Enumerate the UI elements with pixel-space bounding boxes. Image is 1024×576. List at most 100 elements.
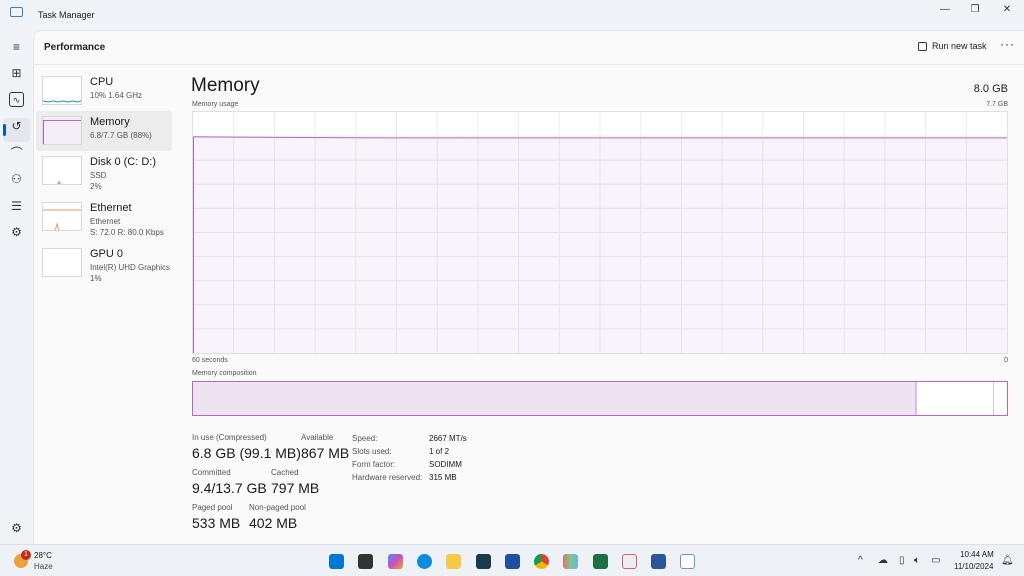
- divider: [34, 64, 1024, 65]
- stat-value: 533 MB: [192, 515, 241, 531]
- main-panel: Performance Run new task ··· CPU 10% 1.6…: [33, 30, 1024, 544]
- file-explorer-icon[interactable]: [446, 554, 461, 569]
- memory-title: Memory: [191, 75, 260, 96]
- stat-value: 867 MB: [301, 445, 350, 461]
- item-name: Disk 0 (C: D:): [90, 156, 156, 168]
- time-right: 0: [1004, 357, 1008, 364]
- gpu-thumbnail: [42, 248, 82, 277]
- usage-max: 7.7 GB: [986, 101, 1008, 108]
- clock-time[interactable]: 10:44 AM: [960, 550, 994, 559]
- stat-label: Cached: [271, 468, 299, 477]
- disk-thumbnail: [42, 156, 82, 185]
- run-task-icon: [918, 41, 927, 51]
- store-icon[interactable]: [505, 554, 520, 569]
- battery-icon[interactable]: ▭: [931, 555, 940, 566]
- detail-value: 315 MB: [429, 473, 457, 482]
- users-icon[interactable]: ⚇: [9, 172, 24, 187]
- network-icon[interactable]: ▯: [899, 555, 905, 566]
- time-left: 60 seconds: [192, 357, 228, 364]
- item-name: CPU: [90, 76, 114, 88]
- stat-label: Available: [301, 433, 334, 442]
- item-sub: 2%: [90, 182, 102, 191]
- restore-button[interactable]: ❐: [965, 4, 985, 15]
- item-sub: Intel(R) UHD Graphics: [90, 263, 171, 272]
- memory-thumbnail: [42, 116, 82, 145]
- chart-app-icon[interactable]: [563, 554, 578, 569]
- rail-indicator: [3, 124, 6, 136]
- terminal-icon[interactable]: [476, 554, 491, 569]
- usage-label: Memory usage: [192, 101, 239, 108]
- notifications-bell-icon[interactable]: 🔔︎: [1001, 555, 1014, 566]
- task-manager-icon: [10, 7, 23, 17]
- item-name: Ethernet: [90, 202, 132, 214]
- startup-icon[interactable]: ⌒: [9, 146, 24, 161]
- settings-icon[interactable]: ⚙: [9, 521, 24, 536]
- menu-icon[interactable]: ≡: [9, 40, 24, 55]
- chrome-icon[interactable]: [534, 554, 549, 569]
- stat-label: In use (Compressed): [192, 433, 267, 442]
- clock-date[interactable]: 11/10/2024: [954, 562, 993, 571]
- services-icon[interactable]: ⚙: [9, 225, 24, 240]
- excel-icon[interactable]: [593, 554, 608, 569]
- weather-temp: 28°C: [34, 551, 52, 560]
- stat-label: Paged pool: [192, 503, 233, 512]
- item-sub: 10% 1.64 GHz: [90, 91, 143, 100]
- detail-key: Hardware reserved:: [352, 473, 423, 482]
- task-view-icon[interactable]: [358, 554, 373, 569]
- item-sub: Ethernet: [90, 217, 121, 226]
- modified-segment: [992, 382, 999, 415]
- notification-badge: 1: [21, 550, 31, 560]
- sidebar-item-ethernet[interactable]: Ethernet Ethernet S: 72.0 R: 80.0 Kbps: [36, 197, 172, 237]
- in-use-segment: [193, 382, 918, 415]
- task-manager-taskbar-icon[interactable]: [680, 554, 695, 569]
- usage-area: [193, 136, 1007, 353]
- minimize-button[interactable]: —: [935, 4, 955, 15]
- performance-icon[interactable]: ∿: [9, 92, 24, 107]
- word-icon[interactable]: [651, 554, 666, 569]
- detail-key: Form factor:: [352, 460, 396, 469]
- stat-label: Committed: [192, 468, 231, 477]
- taskbar: 1 28°C Haze ^ ☁ ▯ 🔈︎ ▭ 10:44 AM 11/10/20…: [0, 544, 1024, 576]
- detail-key: Speed:: [352, 434, 378, 443]
- start-icon[interactable]: [329, 554, 344, 569]
- run-new-task-button[interactable]: Run new task: [918, 41, 987, 51]
- title-bar: Task Manager — ❐ ✕: [0, 0, 1024, 30]
- sidebar-item-disk[interactable]: Disk 0 (C: D:) SSD 2%: [36, 151, 172, 191]
- nav-rail: ≡ ⊞ ∿ ↺ ⌒ ⚇ ☰ ⚙ ⚙: [0, 30, 33, 544]
- sidebar-item-memory[interactable]: Memory 6.8/7.7 GB (88%): [36, 111, 172, 151]
- item-sub: 6.8/7.7 GB (88%): [90, 131, 152, 140]
- volume-icon[interactable]: 🔈︎: [914, 555, 920, 566]
- composition-label: Memory composition: [192, 370, 257, 377]
- cpu-thumbnail: [42, 76, 82, 105]
- memory-usage-graph: [192, 111, 1008, 354]
- snipping-tool-icon[interactable]: [622, 554, 637, 569]
- memory-total: 8.0 GB: [973, 83, 1008, 95]
- window-title: Task Manager: [38, 10, 95, 20]
- page-title: Performance: [44, 42, 106, 53]
- detail-value: 2667 MT/s: [429, 434, 467, 443]
- details-icon[interactable]: ☰: [9, 199, 24, 214]
- sidebar-item-cpu[interactable]: CPU 10% 1.64 GHz: [36, 71, 172, 111]
- more-options-button[interactable]: ···: [1000, 37, 1015, 51]
- stat-value: 6.8 GB (99.1 MB): [192, 445, 301, 461]
- ethernet-thumbnail: [42, 202, 82, 231]
- stat-value: 9.4/13.7 GB: [192, 480, 267, 496]
- skype-icon[interactable]: [417, 554, 432, 569]
- item-name: Memory: [90, 116, 130, 128]
- close-button[interactable]: ✕: [997, 4, 1017, 15]
- detail-value: 1 of 2: [429, 447, 450, 456]
- app-history-icon[interactable]: ↺: [9, 119, 24, 134]
- onedrive-icon[interactable]: ☁: [878, 555, 888, 566]
- sidebar-item-gpu[interactable]: GPU 0 Intel(R) UHD Graphics 1%: [36, 243, 172, 283]
- stat-value: 402 MB: [249, 515, 298, 531]
- stat-value: 797 MB: [271, 480, 320, 496]
- copilot-icon[interactable]: [388, 554, 403, 569]
- detail-key: Slots used:: [352, 447, 392, 456]
- processes-icon[interactable]: ⊞: [9, 66, 24, 81]
- detail-value: SODIMM: [429, 460, 462, 469]
- item-sub: SSD: [90, 171, 107, 180]
- item-sub: 1%: [90, 274, 102, 283]
- show-hidden-icons[interactable]: ^: [858, 555, 863, 566]
- run-new-task-label: Run new task: [932, 41, 987, 51]
- memory-composition-bar: [192, 381, 1008, 416]
